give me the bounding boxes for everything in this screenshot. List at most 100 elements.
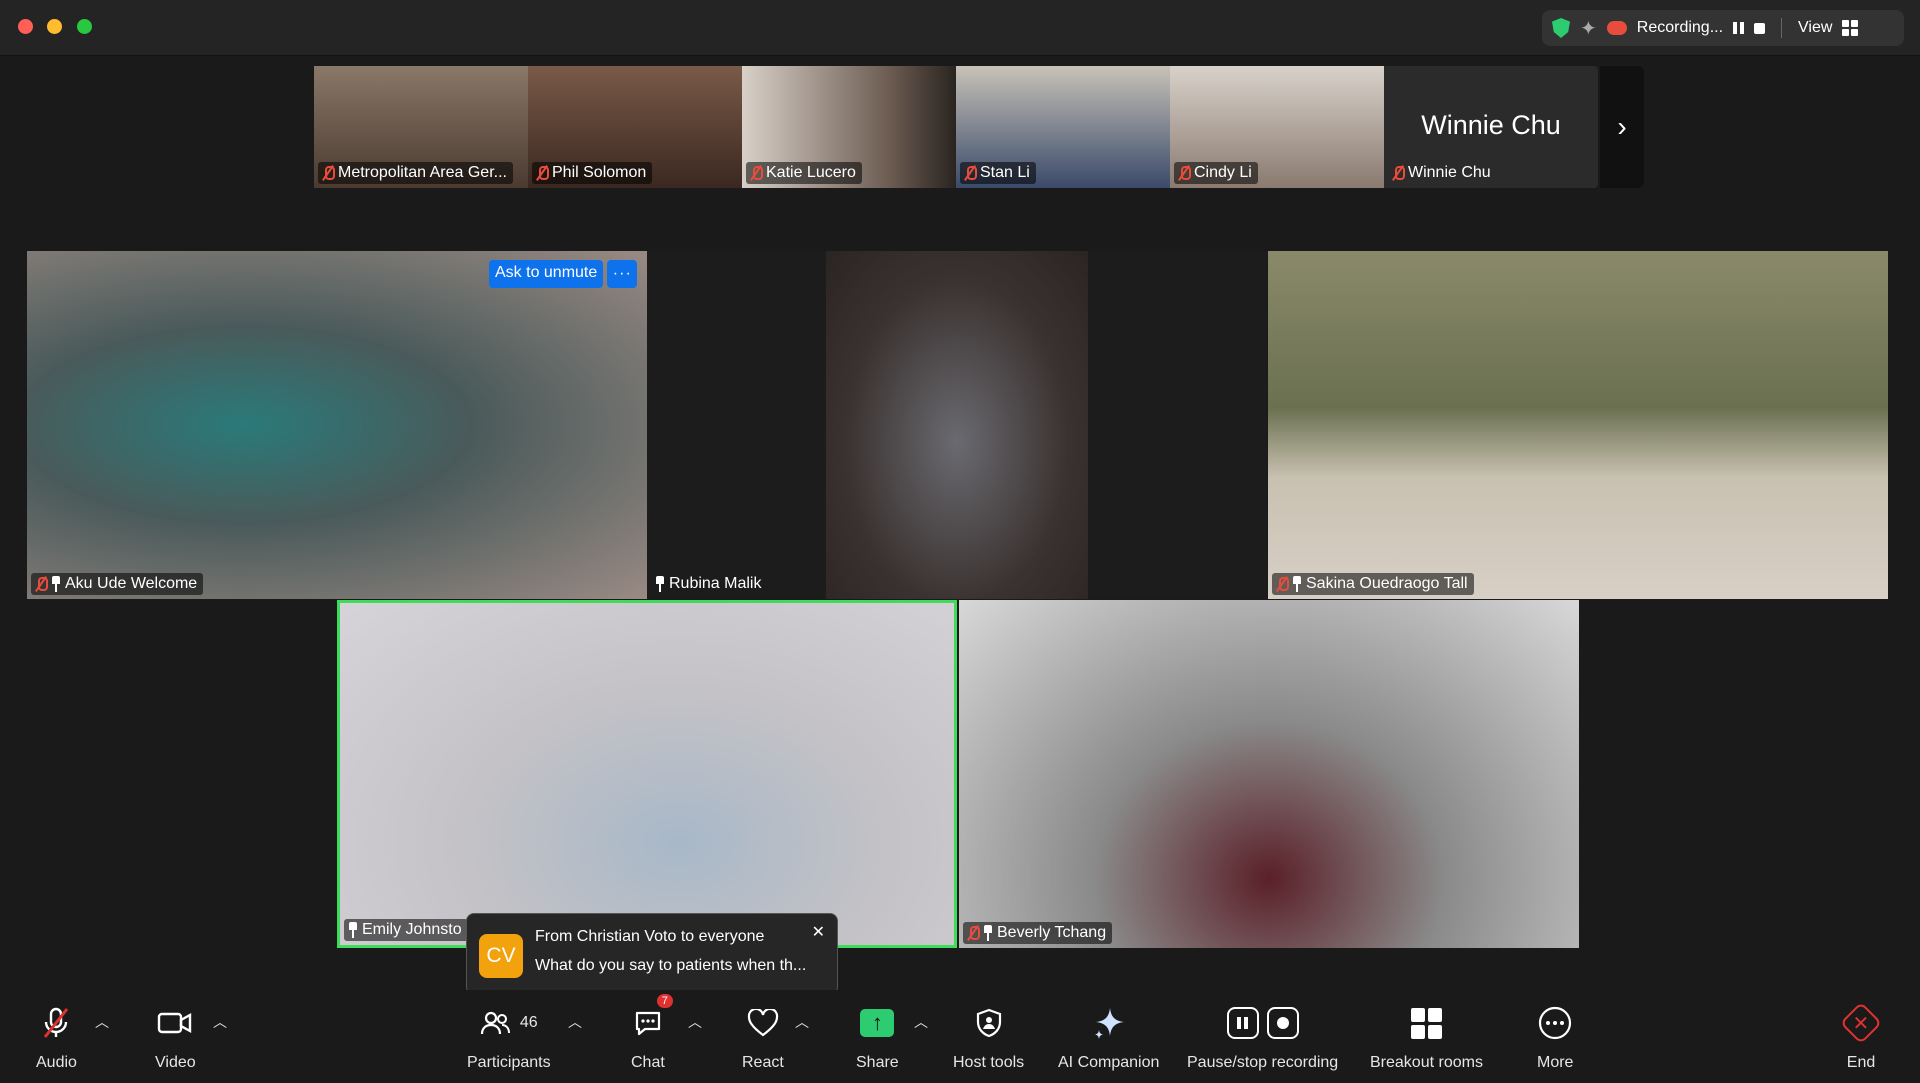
audio-button[interactable]: Audio (36, 1002, 77, 1072)
name-tag: Emily Johnsto (344, 919, 468, 941)
participant-name: Katie Lucero (766, 164, 856, 181)
strip-tile-avatar[interactable]: Winnie Chu Winnie Chu (1384, 66, 1598, 188)
muted-mic-icon (1276, 576, 1289, 592)
audio-options-caret-icon[interactable]: ︿ (95, 1012, 109, 1032)
more-label: More (1537, 1054, 1574, 1071)
stop-icon (1266, 1007, 1299, 1039)
ai-companion-button[interactable]: AI Companion (1058, 1002, 1159, 1072)
react-options-caret-icon[interactable]: ︿ (795, 1012, 809, 1032)
share-button[interactable]: ↑ Share (856, 1002, 899, 1072)
video-tile-rubina[interactable]: Rubina Malik (647, 251, 1267, 599)
view-grid-icon[interactable] (1842, 20, 1859, 36)
video-button[interactable]: Video (155, 1002, 196, 1072)
muted-mic-icon (964, 165, 977, 181)
participants-icon: 46 (480, 1002, 538, 1044)
chat-label: Chat (631, 1054, 665, 1071)
host-tools-button[interactable]: Host tools (953, 1002, 1024, 1072)
share-screen-icon: ↑ (860, 1002, 895, 1044)
sender-avatar: CV (479, 934, 523, 978)
participant-name: Phil Solomon (552, 164, 647, 181)
stop-recording-icon[interactable] (1754, 22, 1766, 34)
muted-mic-icon (322, 165, 335, 181)
participant-name: Aku Ude Welcome (65, 575, 198, 592)
ai-companion-label: AI Companion (1058, 1054, 1160, 1071)
more-button[interactable]: More (1537, 1002, 1573, 1072)
video-tile-sakina[interactable]: Sakina Ouedraogo Tall (1268, 251, 1888, 599)
participant-name: Stan Li (980, 164, 1030, 181)
strip-tile-0[interactable]: Metropolitan Area Ger... (314, 66, 528, 188)
view-button-label[interactable]: View (1798, 19, 1832, 37)
more-dots-icon (1538, 1002, 1572, 1044)
muted-mic-icon (1178, 165, 1191, 181)
muted-mic-icon (750, 165, 763, 181)
name-tag: Sakina Ouedraogo Tall (1272, 573, 1474, 595)
chevron-right-icon[interactable]: › (1600, 66, 1644, 188)
meeting-toolbar: Audio ︿ Video ︿ 46 Participants ︿ 7 Chat… (0, 990, 1920, 1083)
camera-icon (157, 1002, 193, 1044)
window-titlebar: ✦ Recording... View (0, 0, 1920, 56)
share-options-caret-icon[interactable]: ︿ (914, 1012, 928, 1032)
video-tile-emily-active-speaker[interactable]: Emily Johnsto (337, 600, 957, 948)
pin-icon (1292, 576, 1302, 592)
encryption-shield-icon[interactable] (1552, 18, 1570, 38)
video-tile-beverly[interactable]: Beverly Tchang (959, 600, 1579, 948)
participant-name: Winnie Chu (1408, 164, 1491, 181)
close-window-button[interactable] (18, 19, 33, 34)
strip-tile-3[interactable]: Stan Li (956, 66, 1170, 188)
recording-status-pill: ✦ Recording... View (1542, 10, 1904, 46)
unread-chat-badge: 7 (656, 994, 673, 1008)
audio-label: Audio (36, 1054, 77, 1071)
name-tag: Aku Ude Welcome (31, 573, 204, 595)
ask-to-unmute-button[interactable]: Ask to unmute (489, 260, 604, 288)
video-tile-aku[interactable]: Ask to unmute ··· Aku Ude Welcome (27, 251, 647, 599)
pause-recording-icon[interactable] (1733, 22, 1745, 34)
toast-title: From Christian Voto to everyone (535, 928, 765, 945)
close-icon[interactable]: ✕ (812, 922, 825, 942)
name-tag: Metropolitan Area Ger... (318, 162, 513, 184)
react-button[interactable]: React (742, 1002, 784, 1072)
video-label: Video (155, 1054, 196, 1071)
strip-tile-4[interactable]: Cindy Li (1170, 66, 1384, 188)
name-tag: Rubina Malik (651, 573, 767, 595)
chat-button[interactable]: 7 Chat (631, 994, 673, 1072)
pin-icon (348, 922, 358, 938)
chat-options-caret-icon[interactable]: ︿ (688, 1012, 702, 1032)
cloud-recording-icon (1606, 21, 1627, 35)
muted-mic-icon (35, 576, 48, 592)
chat-icon: 7 (633, 994, 673, 1044)
strip-tile-1[interactable]: Phil Solomon (528, 66, 742, 188)
participant-name: Rubina Malik (669, 575, 762, 592)
pin-icon (983, 925, 993, 941)
participant-name: Emily Johnsto (362, 921, 462, 938)
zoom-window-button[interactable] (77, 19, 92, 34)
name-tag: Stan Li (960, 162, 1036, 184)
share-label: Share (856, 1054, 899, 1071)
participants-button[interactable]: 46 Participants (467, 1002, 551, 1072)
breakout-rooms-label: Breakout rooms (1370, 1054, 1483, 1071)
participant-name: Sakina Ouedraogo Tall (1306, 575, 1468, 592)
name-tag: Winnie Chu (1388, 162, 1497, 184)
pause-stop-recording-icon (1226, 1002, 1299, 1044)
pause-stop-recording-button[interactable]: Pause/stop recording (1187, 1002, 1338, 1072)
ai-sparkle-icon[interactable]: ✦ (1580, 16, 1597, 41)
pin-icon (51, 576, 61, 592)
minimize-window-button[interactable] (47, 19, 62, 34)
participants-options-caret-icon[interactable]: ︿ (568, 1012, 582, 1032)
react-label: React (742, 1054, 784, 1071)
pause-icon (1226, 1007, 1259, 1039)
strip-tile-2[interactable]: Katie Lucero (742, 66, 956, 188)
more-options-button[interactable]: ··· (607, 260, 638, 288)
recording-label: Recording... (1636, 19, 1724, 36)
pause-stop-recording-label: Pause/stop recording (1187, 1054, 1339, 1071)
heart-icon (747, 1002, 779, 1044)
participant-name: Cindy Li (1194, 164, 1252, 181)
breakout-rooms-button[interactable]: Breakout rooms (1370, 1002, 1483, 1072)
avatar-name-large: Winnie Chu (1421, 110, 1561, 140)
name-tag: Cindy Li (1174, 162, 1258, 184)
participant-name: Metropolitan Area Ger... (338, 164, 507, 181)
participant-strip: Metropolitan Area Ger... Phil Solomon Ka… (314, 66, 1644, 188)
chat-notification-toast[interactable]: CV From Christian Voto to everyone What … (466, 913, 838, 995)
video-options-caret-icon[interactable]: ︿ (213, 1012, 227, 1032)
ai-sparkle-icon (1092, 1002, 1126, 1044)
end-meeting-button[interactable]: ✕ End (1839, 1001, 1883, 1072)
